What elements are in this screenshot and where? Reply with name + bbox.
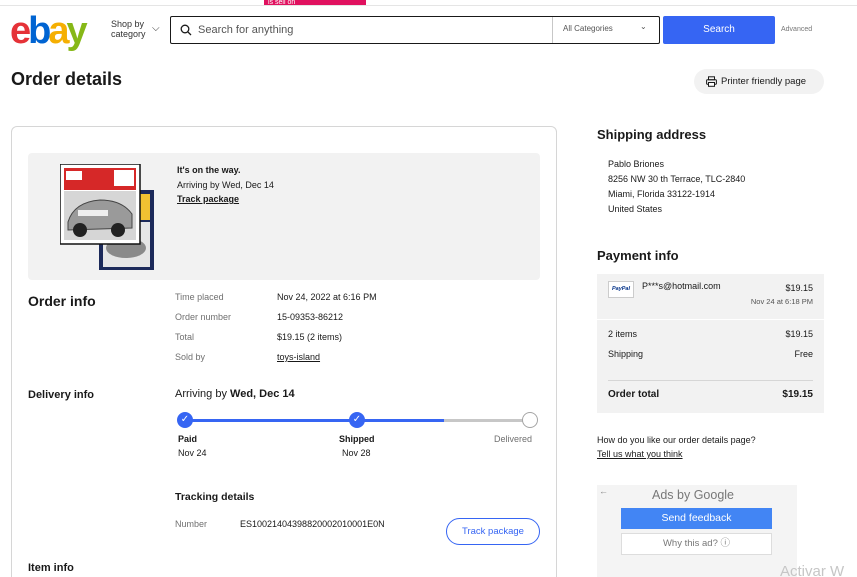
address-name: Pablo Briones [608,159,665,169]
google-label: Google [693,488,735,502]
delivery-info-heading: Delivery info [28,389,95,401]
advanced-search-link[interactable]: Advanced [781,26,812,33]
seller-link[interactable]: toys-island [277,352,320,362]
total-value: $19.15 (2 items) [277,332,343,342]
ads-by-google: Ads by Google [652,488,734,502]
info-icon: ⓘ [720,538,731,549]
ebay-logo[interactable]: ebay [10,12,88,50]
category-select[interactable]: All Categories [563,24,613,33]
track-package-link[interactable]: Track package [177,194,239,204]
shipping-address-heading: Shipping address [597,127,707,142]
sold-by-label: Sold by [175,352,206,362]
category-divider [552,17,553,43]
ads-by-label: Ads by [652,488,691,502]
shop-by-line1: Shop by [111,19,145,29]
address-street: 8256 NW 30 th Terrace, TLC-2840 [608,174,746,184]
tracking-details-heading: Tracking details [175,491,255,503]
top-divider [0,5,857,6]
delivery-progress-fill [185,419,444,422]
order-total-label: Order total [608,389,660,400]
step-delivered-label: Delivered [494,434,533,444]
order-number-label: Order number [175,312,232,322]
category-chevron-icon[interactable]: ⌄ [640,22,647,31]
time-placed-label: Time placed [175,292,224,302]
payment-info-heading: Payment info [597,248,679,263]
step-paid-label: Paid [178,434,198,444]
send-feedback-button[interactable]: Send feedback [621,508,772,529]
paypal-logo: PayPal [608,281,634,298]
summary-divider [608,380,813,381]
track-package-button[interactable]: Track package [446,518,540,545]
why-this-ad-label: Why this ad? [662,538,718,549]
tracking-number-value: ES10021404398820002010001E0N [240,519,385,529]
item-info-heading: Item info [28,562,74,574]
status-arrival: Arriving by Wed, Dec 14 [177,180,274,190]
time-placed-value: Nov 24, 2022 at 6:16 PM [277,292,377,302]
shipping-label: Shipping [608,349,644,359]
shop-by-category-button[interactable]: Shop by category [111,19,146,39]
printer-icon [706,76,717,87]
payment-date: Nov 24 at 6:18 PM [750,297,813,306]
back-arrow-icon[interactable]: ← [599,486,608,496]
shop-by-line2: category [111,29,146,39]
page-title: Order details [11,69,123,89]
search-icon [180,24,192,36]
why-this-ad-button[interactable]: Why this ad? ⓘ [621,533,772,555]
arriving-by: Arriving by Wed, Dec 14 [175,388,295,400]
arriving-date: Wed, Dec 14 [230,388,295,400]
step-shipped-label: Shipped [339,434,375,444]
step-paid-date: Nov 24 [178,448,207,458]
payment-email: P***s@hotmail.com [642,281,721,291]
item-thumbnail[interactable] [60,164,156,272]
status-headline: It's on the way. [177,165,241,175]
address-city: Miami, Florida 33122-1914 [608,189,716,199]
arriving-prefix: Arriving by [175,388,231,400]
step-paid-check-icon: ✓ [177,412,193,428]
order-total-value: $19.15 [782,389,813,400]
order-number-value: 15-09353-86212 [277,312,344,322]
order-info-heading: Order info [28,293,96,309]
payment-amount: $19.15 [785,283,813,293]
shipping-value: Free [794,349,813,359]
search-input[interactable] [198,18,548,42]
search-button[interactable]: Search [663,16,775,44]
step-shipped-date: Nov 28 [342,448,371,458]
feedback-question: How do you like our order details page? [597,435,756,445]
step-shipped-check-icon: ✓ [349,412,365,428]
items-subtotal: $19.15 [785,329,813,339]
tracking-number-label: Number [175,519,208,529]
chevron-down-icon[interactable]: ⌵ [152,23,160,34]
activation-watermark: Activar W [780,563,845,577]
feedback-link[interactable]: Tell us what you think [597,449,683,459]
items-count-label: 2 items [608,329,638,339]
total-label: Total [175,332,195,342]
step-delivered-circle-icon [522,412,538,428]
payment-divider [597,319,824,320]
address-country: United States [608,204,663,214]
